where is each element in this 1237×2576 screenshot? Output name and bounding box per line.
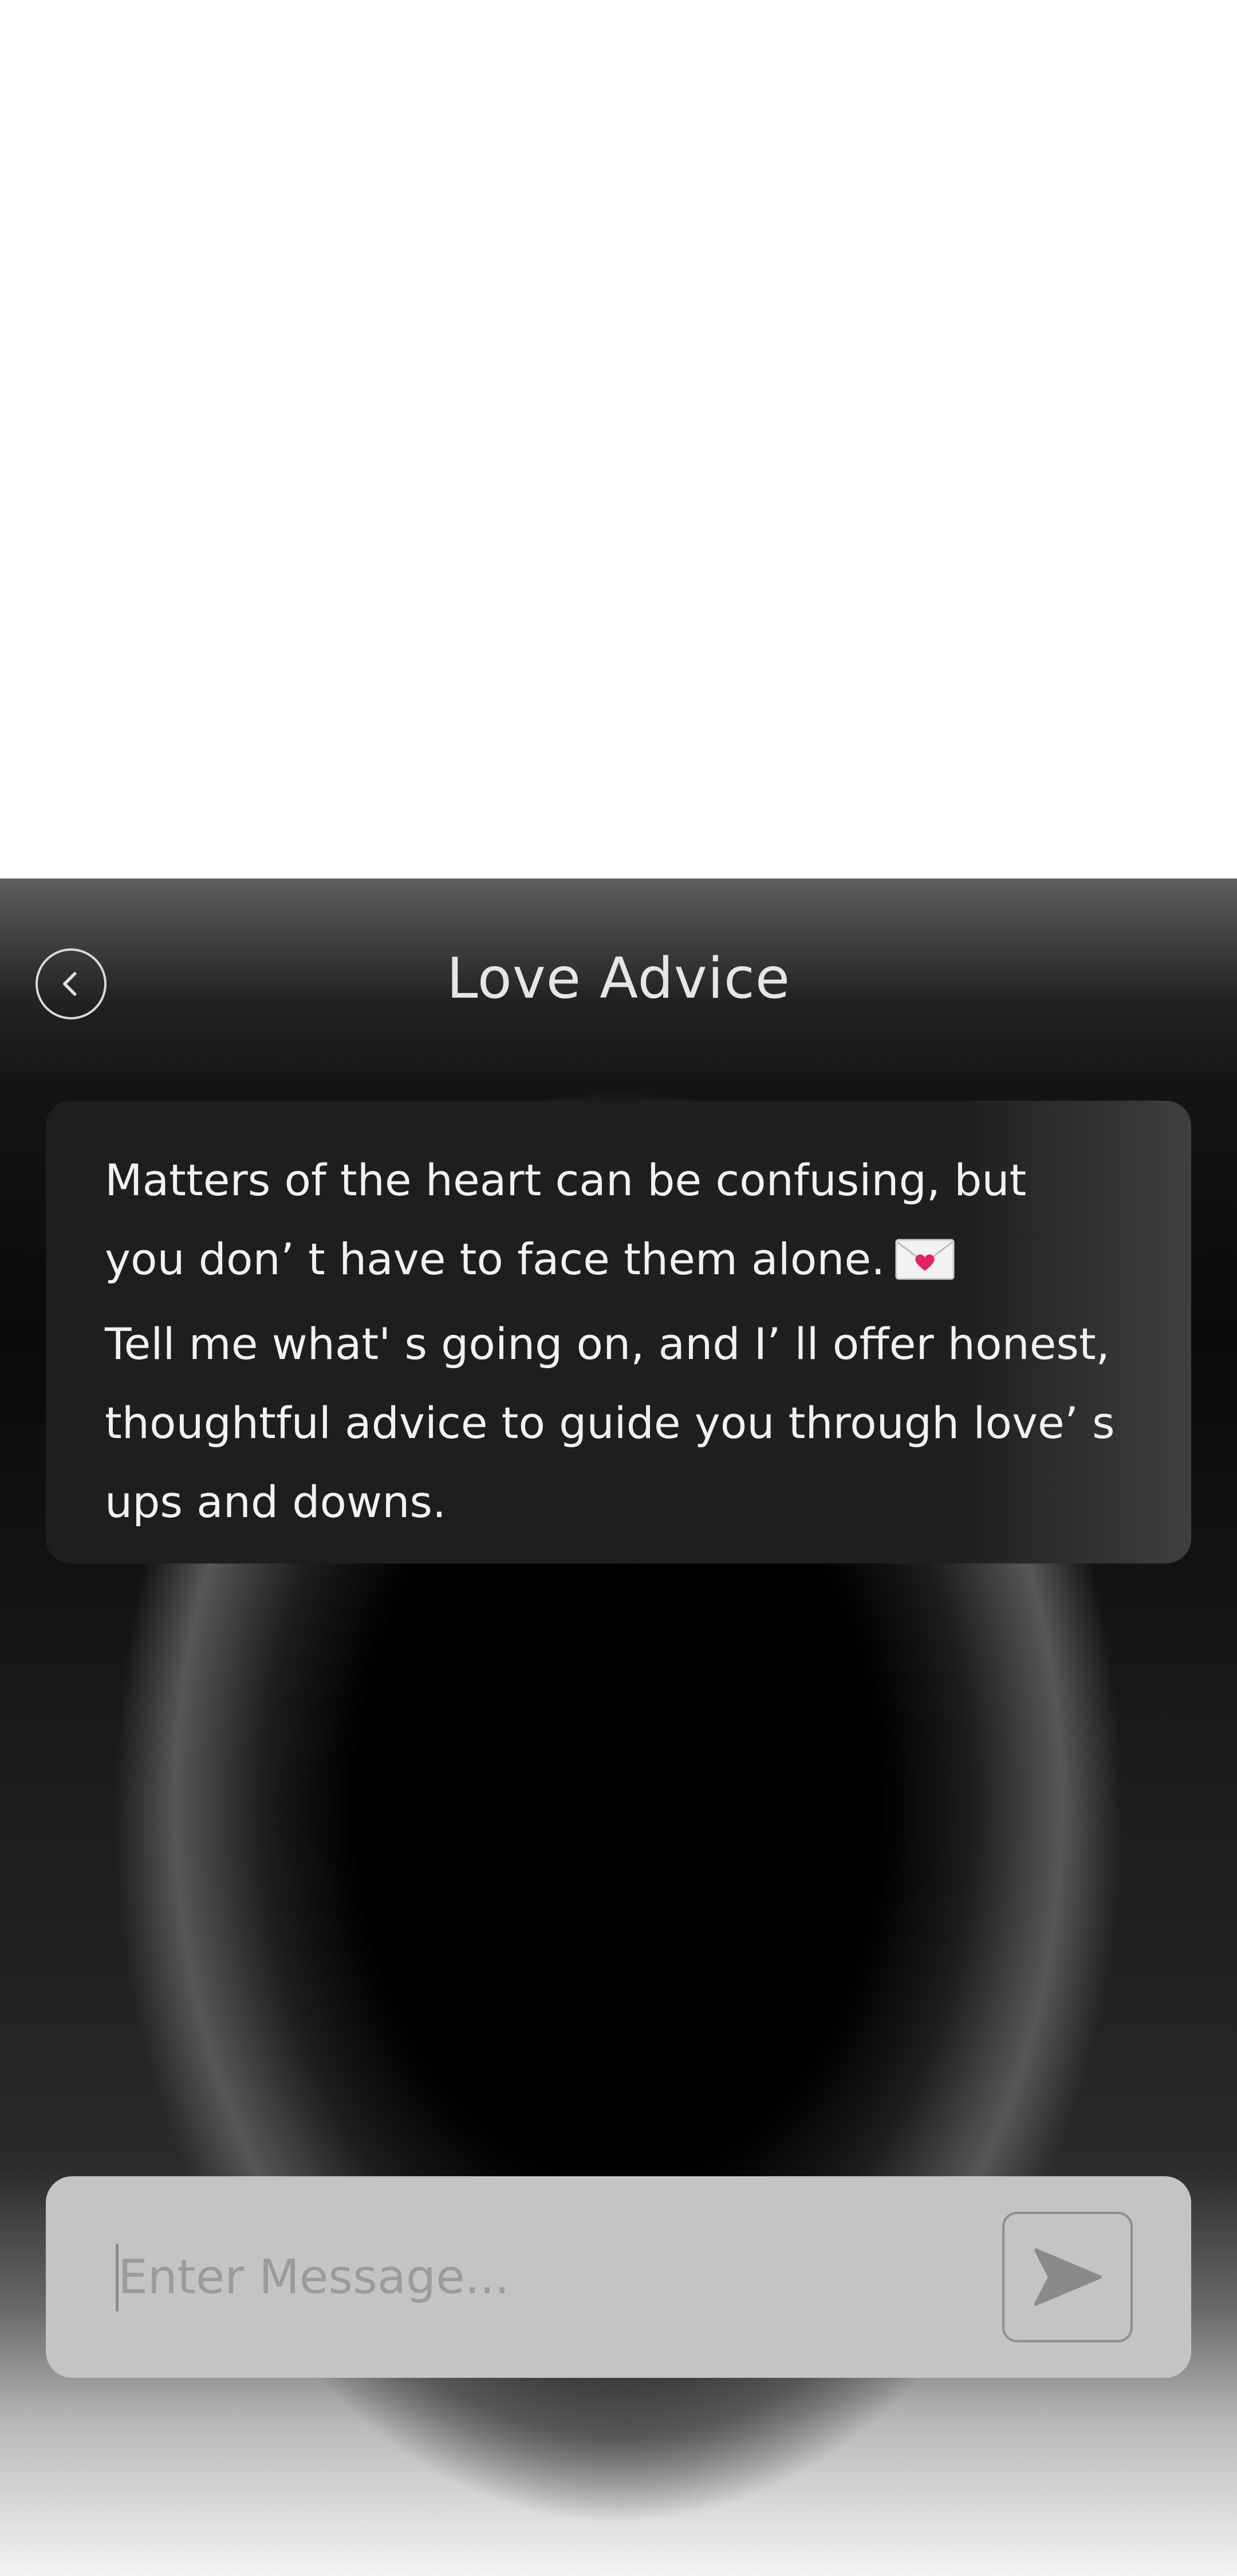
chat-screen: Love Advice Matters of the heart can be … — [0, 879, 1237, 2576]
page-title: Love Advice — [446, 946, 791, 1011]
message-line: you don’ t have to face them alone. — [105, 1220, 1134, 1305]
send-arrow-icon — [1034, 2248, 1102, 2306]
message-input[interactable] — [118, 2231, 977, 2323]
assistant-message-bubble: Matters of the heart can be confusing, b… — [46, 1101, 1191, 1563]
message-composer — [46, 2176, 1191, 2378]
love-letter-envelope-icon — [895, 1226, 955, 1305]
message-line: ups and downs. — [105, 1476, 447, 1527]
blank-top-area — [0, 0, 1237, 879]
send-button[interactable] — [1002, 2212, 1133, 2342]
message-line: Tell me what' s going on, and I’ ll offe… — [105, 1318, 1110, 1369]
message-line: Matters of the heart can be confusing, b… — [105, 1155, 1027, 1206]
message-line: thoughtful advice to guide you through l… — [105, 1397, 1115, 1448]
